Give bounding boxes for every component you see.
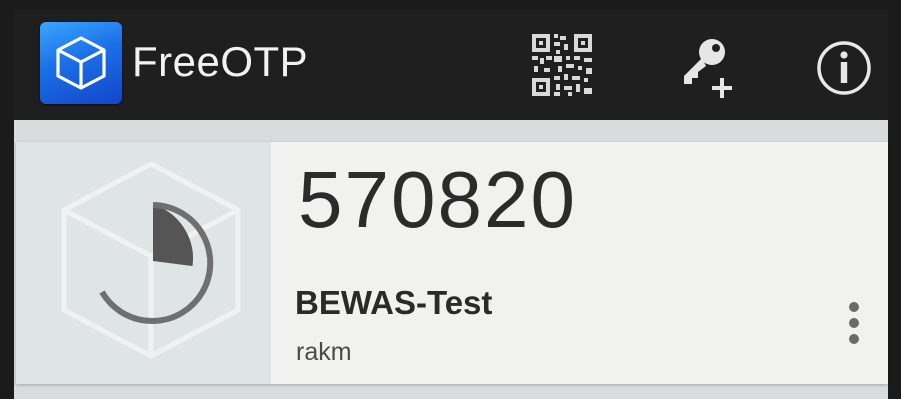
token-issuer: BEWAS-Test — [295, 284, 493, 321]
info-circle-icon[interactable] — [814, 38, 874, 98]
key-plus-icon[interactable] — [676, 34, 740, 100]
qr-code-icon[interactable] — [530, 32, 594, 98]
freeotp-screen: FreeOTP 570820 BEWAS-Test rakm — [0, 0, 901, 399]
app-title: FreeOTP — [132, 38, 309, 85]
token-code: 570820 — [298, 155, 577, 244]
token-list: 570820 BEWAS-Test rakm — [14, 120, 888, 399]
freeotp-logo-icon — [40, 22, 122, 104]
menu-dot — [849, 334, 859, 344]
token-label: rakm — [296, 338, 352, 366]
token-image — [16, 142, 271, 384]
countdown-progress-icon — [61, 161, 241, 359]
action-bar: FreeOTP — [14, 10, 888, 120]
more-vert-icon[interactable] — [842, 302, 866, 352]
menu-dot — [849, 318, 859, 328]
menu-dot — [849, 302, 859, 312]
token-card[interactable]: 570820 BEWAS-Test rakm — [16, 142, 888, 384]
